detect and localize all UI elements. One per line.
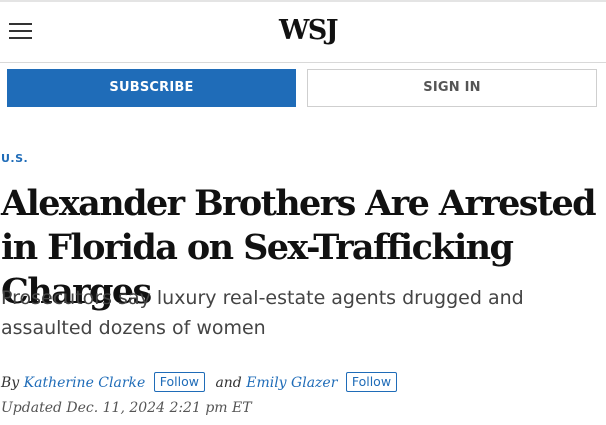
updated-timestamp: Updated Dec. 11, 2024 2:21 pm ET: [1, 400, 252, 416]
follow-button-emily-glazer[interactable]: Follow: [345, 372, 398, 392]
article-dek: Prosecutors say luxury real-estate agent…: [1, 287, 524, 339]
byline-joiner: and: [215, 375, 242, 391]
site-header: WSJ: [0, 2, 606, 63]
byline-prefix: By: [1, 375, 20, 391]
subscribe-button[interactable]: SUBSCRIBE: [7, 69, 296, 107]
wsj-logo[interactable]: WSJ: [278, 14, 339, 48]
sign-in-button[interactable]: SIGN IN: [307, 69, 597, 107]
follow-button-katherine-clarke[interactable]: Follow: [153, 372, 205, 392]
author-link-emily-glazer[interactable]: Emily Glazer: [246, 375, 337, 391]
byline: By Katherine Clarke Follow and Emily Gla…: [1, 372, 601, 394]
section-label[interactable]: U.S.: [1, 152, 28, 165]
hamburger-menu-icon[interactable]: [9, 21, 32, 41]
author-link-katherine-clarke[interactable]: Katherine Clarke: [24, 375, 146, 391]
